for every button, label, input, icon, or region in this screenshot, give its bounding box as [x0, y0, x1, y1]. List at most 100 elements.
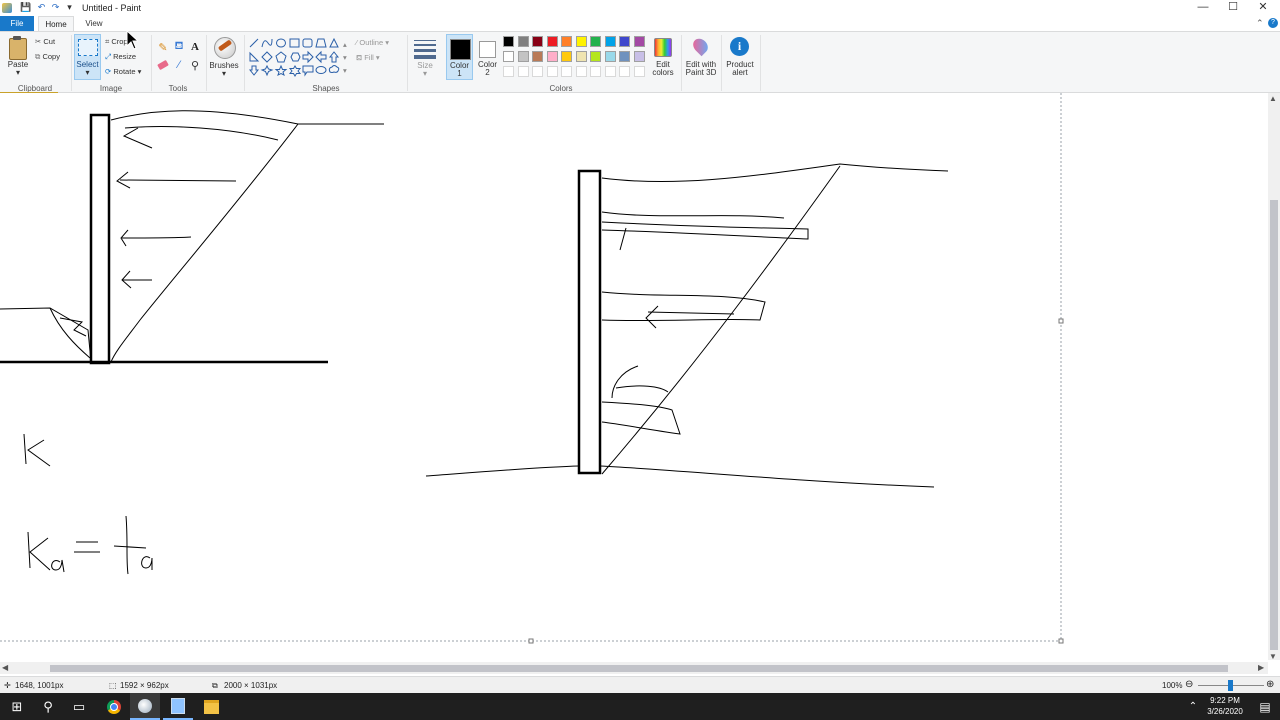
- color1-button[interactable]: Color 1: [446, 34, 473, 80]
- color-swatch[interactable]: [532, 36, 543, 47]
- notification-icon[interactable]: ▤: [1250, 693, 1280, 720]
- color-swatch[interactable]: [503, 36, 514, 47]
- color-swatch[interactable]: [575, 36, 587, 47]
- scroll-down-arrow-icon[interactable]: ▼: [1269, 652, 1277, 661]
- notepad-taskbar-icon[interactable]: [163, 693, 193, 720]
- fill-bucket-icon[interactable]: ⛾: [172, 40, 186, 54]
- search-icon[interactable]: ⚲: [33, 693, 63, 720]
- fill-button[interactable]: ⛾ Fill ▾: [356, 53, 380, 63]
- oval-shape-icon: [276, 38, 286, 48]
- minimize-ribbon-icon[interactable]: ⌃: [1256, 18, 1264, 29]
- tab-file[interactable]: File: [0, 16, 34, 31]
- paint-app-icon[interactable]: [2, 3, 12, 13]
- color-swatch[interactable]: [517, 51, 529, 62]
- magnifier-icon[interactable]: ⚲: [188, 58, 202, 72]
- canvas-workspace[interactable]: [0, 93, 1268, 660]
- tab-home[interactable]: Home: [38, 16, 74, 31]
- color-swatch[interactable]: [517, 36, 529, 47]
- maximize-button[interactable]: ☐: [1218, 0, 1248, 16]
- shapes-gallery[interactable]: [248, 37, 348, 77]
- eraser-icon[interactable]: [156, 58, 170, 72]
- edit-colors-button[interactable]: Edit colors: [649, 36, 677, 80]
- color-swatch[interactable]: [590, 51, 601, 62]
- size-button[interactable]: Size ▾: [411, 36, 439, 80]
- chrome-icon[interactable]: [99, 693, 129, 720]
- custom-color-slot[interactable]: [532, 66, 543, 77]
- scroll-left-arrow-icon[interactable]: ◀: [2, 663, 8, 672]
- custom-color-slot[interactable]: [604, 66, 616, 77]
- redo-icon[interactable]: ↷: [50, 2, 61, 13]
- canvas-resize-handle-right[interactable]: [1058, 318, 1064, 324]
- select-button[interactable]: Select ▾: [74, 34, 101, 80]
- taskbar-clock[interactable]: 9:22 PM 3/26/2020: [1196, 695, 1254, 717]
- color2-button[interactable]: Color 2: [475, 34, 500, 80]
- color-swatch[interactable]: [604, 51, 616, 62]
- outline-button[interactable]: ⁄ Outline ▾: [356, 38, 389, 47]
- close-button[interactable]: ✕: [1248, 0, 1278, 16]
- color-swatch[interactable]: [503, 51, 514, 62]
- rotate-button[interactable]: ⟳ Rotate ▾: [105, 67, 141, 76]
- shapes-scroll-icon[interactable]: ▴ ▾ ▾: [343, 38, 347, 77]
- paste-button[interactable]: Paste ▾: [4, 36, 32, 80]
- color-swatch[interactable]: [546, 51, 558, 62]
- pencil-icon[interactable]: ✎: [156, 40, 170, 54]
- scissors-icon: ✂: [35, 37, 42, 46]
- status-bar: ✛ 1648, 1001px ⬚ 1592 × 962px ⧉ 2000 × 1…: [0, 676, 1280, 693]
- rect-callout-shape-icon: [302, 65, 314, 77]
- custom-color-slot[interactable]: [517, 66, 529, 77]
- custom-color-slot[interactable]: [590, 66, 601, 77]
- horizontal-scroll-thumb[interactable]: [50, 665, 1228, 672]
- undo-icon[interactable]: ↶: [36, 2, 47, 13]
- zoom-level: 100%: [1162, 681, 1183, 690]
- color-swatch[interactable]: [619, 36, 630, 47]
- custom-color-slot[interactable]: [633, 66, 645, 77]
- color-picker-icon[interactable]: ⁄: [172, 58, 186, 72]
- save-icon[interactable]: 💾: [20, 2, 31, 13]
- custom-color-slot[interactable]: [503, 66, 514, 77]
- select-dropdown-icon: ▾: [85, 68, 90, 77]
- cut-button[interactable]: ✂ Cut: [35, 37, 55, 46]
- fill-icon: ⛾: [356, 53, 363, 62]
- color-swatch[interactable]: [561, 36, 572, 47]
- color-swatch[interactable]: [590, 36, 601, 47]
- drawing-canvas[interactable]: [0, 93, 1268, 660]
- custom-color-slot[interactable]: [546, 66, 558, 77]
- custom-color-slot[interactable]: [575, 66, 587, 77]
- minimize-button[interactable]: —: [1188, 0, 1218, 16]
- vertical-scroll-thumb[interactable]: [1270, 200, 1278, 650]
- resize-label: Resize: [113, 52, 137, 61]
- scroll-right-arrow-icon[interactable]: ▶: [1258, 663, 1264, 672]
- color-swatch[interactable]: [546, 36, 558, 47]
- canvas-resize-handle-bottom[interactable]: [528, 638, 534, 644]
- quick-access-dropdown-icon[interactable]: ▾: [64, 2, 75, 13]
- crop-button[interactable]: ⌗ Crop: [105, 37, 128, 47]
- custom-color-slot[interactable]: [619, 66, 630, 77]
- tab-view[interactable]: View: [78, 16, 110, 31]
- windows-start-icon[interactable]: ⊞: [2, 693, 32, 720]
- color-swatch[interactable]: [575, 51, 587, 62]
- zoom-out-icon[interactable]: ⊖: [1185, 679, 1193, 690]
- file-explorer-icon[interactable]: [196, 693, 226, 720]
- color-swatch[interactable]: [633, 36, 645, 47]
- help-icon[interactable]: ?: [1268, 18, 1278, 28]
- task-view-icon[interactable]: ▭: [64, 693, 94, 720]
- edit-with-paint3d-button[interactable]: Edit with Paint 3D: [683, 35, 719, 80]
- brushes-button[interactable]: Brushes ▾: [208, 35, 240, 79]
- custom-color-slot[interactable]: [561, 66, 572, 77]
- edit-colors-label-2: colors: [652, 68, 674, 77]
- text-icon[interactable]: A: [188, 40, 202, 54]
- zoom-slider-thumb[interactable]: [1228, 680, 1233, 691]
- clock-time: 9:22 PM: [1210, 696, 1240, 705]
- paint-taskbar-icon[interactable]: [130, 693, 160, 720]
- color-swatch[interactable]: [633, 51, 645, 62]
- color-swatch[interactable]: [532, 51, 543, 62]
- resize-button[interactable]: ⤢ Resize: [105, 52, 136, 62]
- color-swatch[interactable]: [619, 51, 630, 62]
- copy-button[interactable]: ⧉ Copy: [35, 52, 60, 62]
- scroll-up-arrow-icon[interactable]: ▲: [1269, 94, 1277, 103]
- color-swatch[interactable]: [561, 51, 572, 62]
- product-alert-button[interactable]: i Product alert: [723, 36, 757, 80]
- color-swatch[interactable]: [604, 36, 616, 47]
- canvas-resize-handle-corner[interactable]: [1058, 638, 1064, 644]
- zoom-in-icon[interactable]: ⊕: [1266, 679, 1274, 690]
